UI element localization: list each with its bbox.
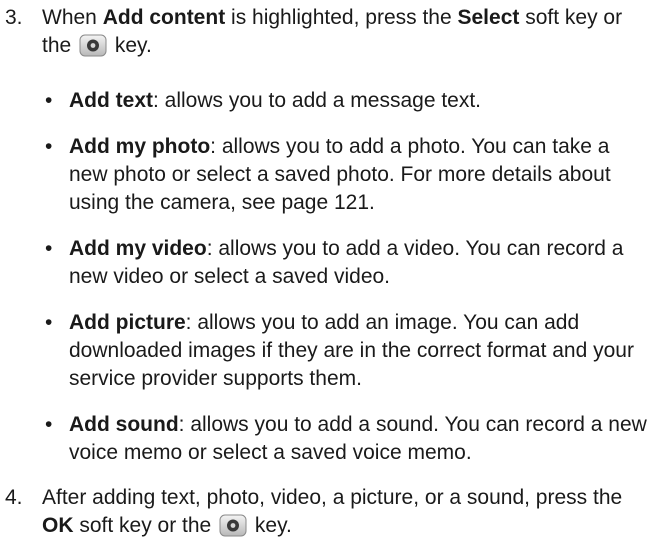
bullet-icon: • <box>45 135 53 158</box>
bullet-icon: • <box>45 237 53 260</box>
step-4: 4. After adding text, photo, video, a pi… <box>5 484 645 540</box>
option-list: • Add text: allows you to add a message … <box>42 87 647 485</box>
option-name: Add my video <box>69 237 207 260</box>
softkey-name: OK <box>42 514 74 537</box>
step-text-part: When <box>42 6 103 29</box>
option-description: : allows you to add a message text. <box>153 89 482 112</box>
bullet-icon: • <box>45 311 53 334</box>
step-text-part: key. <box>109 34 152 57</box>
menu-item-name: Add content <box>102 6 226 29</box>
option-name: Add text <box>69 89 153 112</box>
step-text-part: After adding text, photo, video, a pictu… <box>42 486 623 509</box>
step-text-part: is highlighted, press the <box>225 6 458 29</box>
step-text: When Add content is highlighted, press t… <box>42 4 645 60</box>
step-3: 3. When Add content is highlighted, pres… <box>5 4 645 60</box>
list-item: • Add text: allows you to add a message … <box>42 87 647 115</box>
option-name: Add my photo <box>69 135 211 158</box>
step-text-part: soft key or the <box>73 514 218 537</box>
bullet-icon: • <box>45 89 53 112</box>
center-key-icon <box>79 34 107 57</box>
step-text-part: key. <box>249 514 292 537</box>
option-name: Add picture <box>69 311 186 334</box>
step-text: After adding text, photo, video, a pictu… <box>42 484 645 540</box>
center-key-icon <box>219 514 247 537</box>
list-item: • Add sound: allows you to add a sound. … <box>42 411 647 467</box>
step-number: 4. <box>5 486 23 509</box>
bullet-icon: • <box>45 413 53 436</box>
step-number: 3. <box>5 6 23 29</box>
softkey-name: Select <box>457 6 520 29</box>
list-item: • Add picture: allows you to add an imag… <box>42 309 647 393</box>
list-item: • Add my video: allows you to add a vide… <box>42 235 647 291</box>
list-item: • Add my photo: allows you to add a phot… <box>42 133 647 217</box>
option-name: Add sound <box>69 413 179 436</box>
